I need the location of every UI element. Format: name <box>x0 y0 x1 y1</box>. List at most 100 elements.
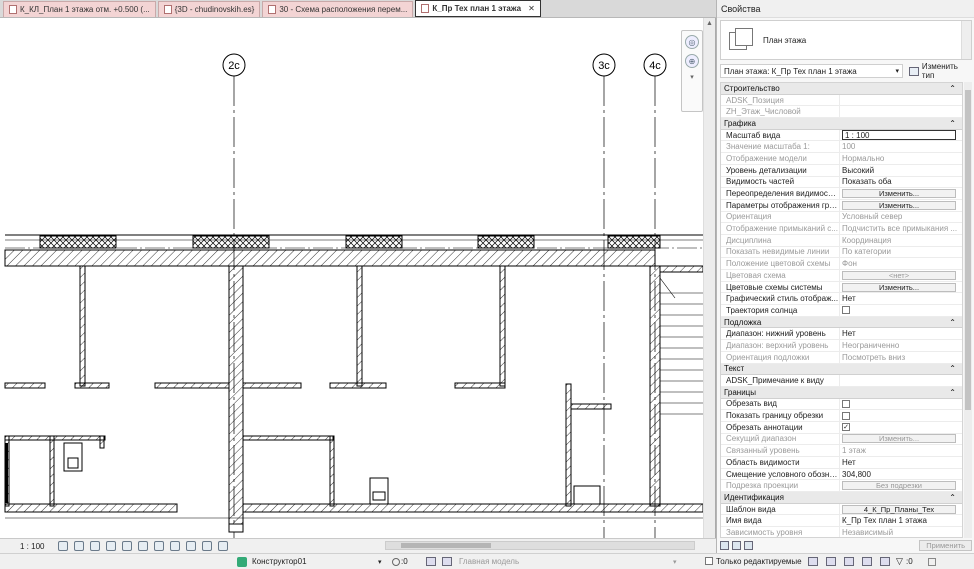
crop-view-icon[interactable] <box>122 541 133 551</box>
property-value-cell[interactable]: Изменить... <box>839 188 962 199</box>
tab-view-1[interactable]: К_КЛ_План 1 этажа отм. +0.500 (... <box>3 1 156 17</box>
property-value-cell[interactable] <box>839 398 962 410</box>
type-scrollbar[interactable] <box>961 21 971 59</box>
property-edit-button[interactable]: Изменить... <box>842 189 956 199</box>
instance-filter-dropdown[interactable]: План этажа: К_Пр Тех план 1 этажа ▾ <box>720 64 903 78</box>
chevron-down-icon[interactable]: ▾ <box>673 558 677 566</box>
zoom-icon[interactable]: ⊕ <box>685 54 699 68</box>
property-value-cell[interactable]: Нет <box>839 293 962 305</box>
property-checkbox[interactable] <box>842 306 850 315</box>
property-value-cell[interactable]: Нет <box>839 457 962 468</box>
detail-level-icon[interactable] <box>58 541 69 551</box>
property-row: Обрезать вид <box>721 398 962 411</box>
apply-button[interactable]: Применить <box>919 540 972 551</box>
grid-bubble[interactable]: 3c <box>592 53 616 77</box>
view-scale[interactable]: 1 : 100 <box>20 542 44 551</box>
steering-wheel-icon[interactable]: ◎ <box>685 35 699 49</box>
sort-ascending-icon[interactable] <box>732 541 741 550</box>
property-group-header[interactable]: Текст ⌃ <box>721 363 962 376</box>
property-edit-button[interactable]: Изменить... <box>842 282 956 292</box>
select-pinned-icon[interactable] <box>844 557 854 566</box>
type-selector[interactable]: План этажа <box>720 20 972 60</box>
property-value-cell[interactable]: К_Пр Тех план 1 этажа <box>839 515 962 527</box>
edit-type-button[interactable]: Изменить тип <box>908 62 972 80</box>
property-checkbox[interactable]: ✓ <box>842 423 850 432</box>
select-underlay-icon[interactable] <box>826 557 836 566</box>
tab-view-3[interactable]: 30 - Схема расположения перем... <box>262 1 414 17</box>
stop-icon[interactable] <box>928 557 936 566</box>
properties-scrollbar[interactable] <box>964 82 972 538</box>
property-edit-button[interactable]: Изменить... <box>842 200 956 210</box>
editable-only-checkbox[interactable] <box>705 557 713 565</box>
grid-bubble[interactable]: 4c <box>643 53 667 77</box>
property-value: 1 этаж <box>842 446 866 456</box>
property-value-cell[interactable]: ✓ <box>839 421 962 433</box>
property-value-cell[interactable]: Нет <box>839 328 962 340</box>
chevron-down-icon[interactable]: ▾ <box>378 558 382 566</box>
analytical-model-icon[interactable] <box>186 541 197 551</box>
grid-bubble[interactable]: 2c <box>222 53 246 77</box>
property-value-cell[interactable] <box>839 305 962 316</box>
property-value-cell[interactable]: Показать оба <box>839 176 962 188</box>
select-links-icon[interactable] <box>808 557 818 566</box>
design-option-icon[interactable] <box>442 557 452 566</box>
drawing-canvas[interactable]: 2c 3c 4c ◎ ⊕ ▾ ▲ <box>0 18 716 538</box>
tab-view-active[interactable]: К_Пр Тех план 1 этажа ✕ <box>415 0 541 17</box>
show-crop-region-icon[interactable] <box>138 541 149 551</box>
vertical-scrollbar[interactable]: ▲ <box>703 18 715 538</box>
active-workset[interactable]: Конструктор01 <box>252 557 307 566</box>
property-group-header[interactable]: Графика ⌃ <box>721 118 962 130</box>
property-group-header[interactable]: Подложка ⌃ <box>721 316 962 329</box>
property-value-cell: Условный север <box>839 211 962 223</box>
floor-plan-icon <box>727 26 755 54</box>
property-input[interactable]: 1 : 100 <box>842 130 956 141</box>
collapse-icon[interactable]: ⌃ <box>949 318 956 327</box>
property-checkbox[interactable] <box>842 411 850 420</box>
temporary-hide-icon[interactable] <box>154 541 165 551</box>
floor-plan-drawing: 2c 3c 4c <box>4 53 703 538</box>
property-group-label: Графика <box>724 118 756 128</box>
reveal-hidden-icon[interactable] <box>170 541 181 551</box>
property-value-cell[interactable] <box>839 375 962 386</box>
property-group-header[interactable]: Границы ⌃ <box>721 386 962 399</box>
property-value-cell[interactable]: 1 : 100 <box>839 129 962 141</box>
chevron-down-icon[interactable]: ▾ <box>690 73 694 81</box>
collapse-icon[interactable]: ⌃ <box>949 84 956 93</box>
property-edit-button[interactable]: 4_К_Пр_Планы_Тех <box>842 504 956 514</box>
status-bar: Конструктор01 ▾ :0 Главная модель ▾ Толь… <box>0 553 974 569</box>
scroll-up-icon[interactable]: ▲ <box>706 20 713 27</box>
property-value-cell[interactable] <box>839 410 962 421</box>
visual-style-icon[interactable] <box>74 541 85 551</box>
workset-icon[interactable] <box>237 556 247 567</box>
horizontal-scrollbar[interactable] <box>385 541 695 550</box>
property-name: Подрезка проекции <box>726 481 799 491</box>
close-tab-icon[interactable]: ✕ <box>528 4 535 13</box>
select-by-face-icon[interactable] <box>862 557 872 566</box>
view-icon <box>163 5 172 14</box>
scroll-thumb[interactable] <box>965 90 971 410</box>
shadows-icon[interactable] <box>106 541 117 551</box>
property-value-cell[interactable]: 304,800 <box>839 468 962 480</box>
property-checkbox[interactable] <box>842 399 850 408</box>
highlight-displacement-icon[interactable] <box>202 541 213 551</box>
sort-descending-icon[interactable] <box>744 541 753 550</box>
collapse-icon[interactable]: ⌃ <box>949 493 956 502</box>
design-options-icon[interactable] <box>426 557 436 566</box>
collapse-icon[interactable]: ⌃ <box>949 388 956 397</box>
scroll-thumb[interactable] <box>401 543 491 548</box>
main-model-select[interactable]: Главная модель <box>459 557 519 566</box>
property-value-cell[interactable]: Изменить... <box>839 281 962 293</box>
categorized-icon[interactable] <box>720 541 729 550</box>
property-group-header[interactable]: Строительство ⌃ <box>721 83 962 95</box>
filter-icon[interactable]: ▽ <box>896 556 903 567</box>
drag-elements-icon[interactable] <box>880 557 890 566</box>
property-value-cell[interactable]: 4_К_Пр_Планы_Тех <box>839 503 962 515</box>
property-value-cell[interactable]: Изменить... <box>839 199 962 211</box>
collapse-icon[interactable]: ⌃ <box>949 119 956 128</box>
collapse-icon[interactable]: ⌃ <box>949 364 956 373</box>
tab-view-2[interactable]: {3D - chudinovskih.es} <box>157 1 261 17</box>
property-group-header[interactable]: Идентификация ⌃ <box>721 492 962 504</box>
property-value-cell[interactable]: Высокий <box>839 164 962 176</box>
constraints-icon[interactable] <box>218 541 229 551</box>
sun-path-icon[interactable] <box>90 541 101 551</box>
